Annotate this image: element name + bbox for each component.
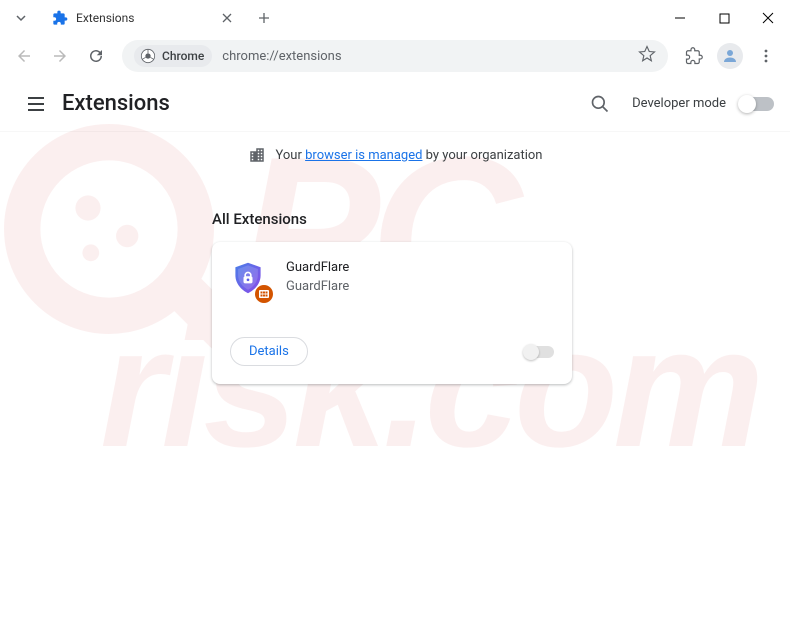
managed-link[interactable]: browser is managed [305, 148, 422, 163]
titlebar: Extensions [0, 0, 790, 36]
page-header: Extensions Developer mode [0, 76, 790, 132]
section-title: All Extensions [212, 210, 790, 228]
building-icon [248, 146, 266, 164]
tab-search-button[interactable] [6, 4, 36, 32]
close-window-button[interactable] [746, 0, 790, 36]
extension-name: GuardFlare [286, 260, 349, 275]
managed-banner: Your browser is managed by your organiza… [0, 146, 790, 164]
extension-description: GuardFlare [286, 279, 349, 294]
minimize-button[interactable] [658, 0, 702, 36]
extensions-toolbar-button[interactable] [678, 40, 710, 72]
new-tab-button[interactable] [250, 4, 278, 32]
chrome-logo-icon [140, 48, 156, 64]
details-button[interactable]: Details [230, 337, 308, 366]
page-title: Extensions [62, 91, 170, 116]
bookmark-button[interactable] [638, 45, 656, 67]
developer-mode-toggle[interactable] [740, 97, 774, 111]
managed-badge-icon [254, 284, 274, 304]
developer-mode-label: Developer mode [632, 96, 726, 111]
chrome-chip: Chrome [134, 45, 212, 67]
back-button[interactable] [8, 40, 40, 72]
avatar-icon [717, 43, 743, 69]
menu-button[interactable] [750, 40, 782, 72]
chrome-chip-label: Chrome [162, 49, 204, 63]
extensions-tab-icon [52, 10, 68, 26]
content: Your browser is managed by your organiza… [0, 132, 790, 384]
reload-button[interactable] [80, 40, 112, 72]
window-controls [658, 0, 790, 36]
address-bar[interactable]: Chrome chrome://extensions [122, 40, 668, 72]
tab-close-button[interactable] [218, 9, 236, 27]
extension-enable-toggle[interactable] [524, 346, 554, 358]
forward-button[interactable] [44, 40, 76, 72]
maximize-button[interactable] [702, 0, 746, 36]
tab-title: Extensions [76, 11, 218, 25]
managed-text: Your browser is managed by your organiza… [276, 148, 543, 163]
browser-tab[interactable]: Extensions [42, 3, 242, 33]
url-text: chrome://extensions [222, 49, 638, 64]
search-extensions-button[interactable] [582, 86, 618, 122]
profile-button[interactable] [714, 40, 746, 72]
extension-icon [230, 260, 268, 298]
extension-card: GuardFlare GuardFlare Details [212, 242, 572, 384]
main-menu-button[interactable] [16, 84, 56, 124]
toolbar: Chrome chrome://extensions [0, 36, 790, 76]
